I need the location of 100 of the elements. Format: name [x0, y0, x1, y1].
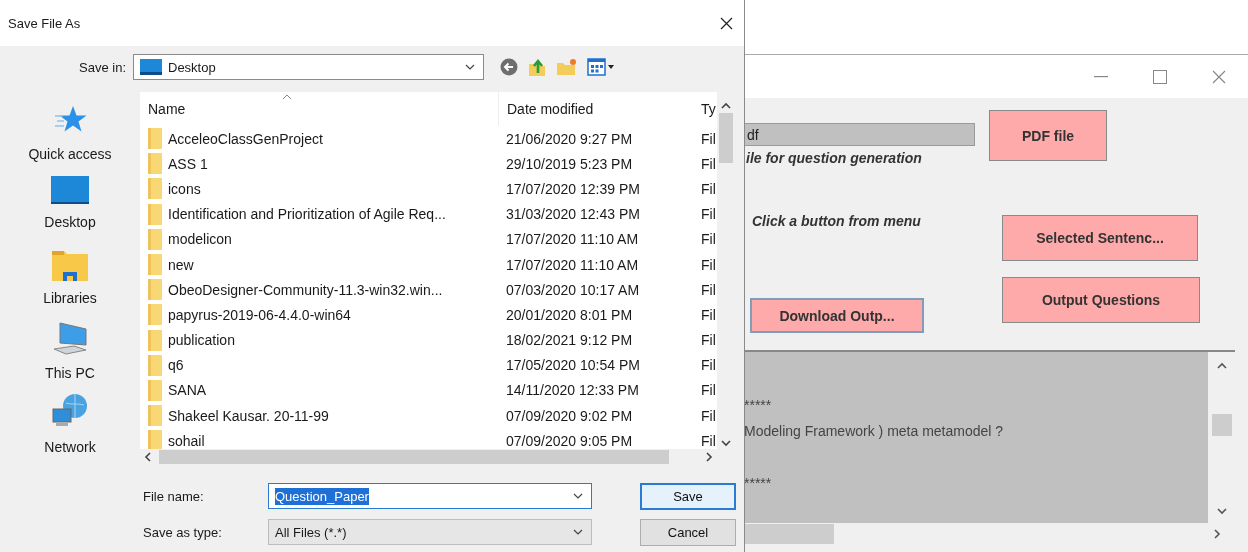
output-questions-button[interactable]: Output Questions [1002, 277, 1200, 323]
save-as-type-dropdown[interactable]: All Files (*.*) [268, 519, 592, 545]
folder-icon [148, 405, 162, 427]
type-cell: Fil [701, 180, 716, 197]
folder-icon [51, 248, 89, 283]
minimize-icon[interactable] [1094, 75, 1108, 78]
output-text-area[interactable]: ***** Modeling Framework ) meta metamodel ? ***** [744, 350, 1235, 545]
scroll-right-icon[interactable] [706, 452, 713, 462]
sort-caret-icon [282, 94, 292, 100]
folder-icon [148, 128, 162, 150]
scrollbar-thumb[interactable] [744, 524, 834, 544]
pdf-file-button[interactable]: PDF file [989, 110, 1107, 161]
output-line: ***** [744, 397, 772, 413]
chevron-down-icon [465, 64, 475, 70]
date-cell: 20/01/2020 8:01 PM [506, 306, 633, 323]
folder-icon [148, 279, 162, 301]
back-icon[interactable] [500, 58, 518, 76]
chevron-down-icon [573, 529, 583, 535]
type-cell: Fil [701, 357, 716, 374]
folder-icon [148, 254, 162, 276]
file-name-cell[interactable]: Identification and Prioritization of Agile Req... [168, 206, 446, 223]
file-name-cell[interactable]: q6 [168, 357, 184, 374]
file-name-cell[interactable]: publication [168, 332, 235, 349]
desktop-icon [140, 59, 162, 75]
up-folder-icon[interactable] [527, 57, 547, 77]
type-cell: Fil [701, 407, 716, 424]
scroll-left-icon[interactable] [144, 452, 151, 462]
download-button[interactable]: Download Outp... [750, 298, 924, 333]
type-cell: Fil [701, 281, 716, 298]
save-button[interactable]: Save [640, 482, 736, 510]
folder-icon [148, 329, 162, 351]
type-cell: Fil [701, 306, 716, 323]
desktop-icon [51, 176, 89, 207]
file-name-cell[interactable]: ObeoDesigner-Community-11.3-win32.win... [168, 281, 443, 298]
file-name-cell[interactable]: icons [168, 180, 201, 197]
file-name-cell[interactable]: AcceleoClassGenProject [168, 130, 323, 147]
hint-text: ile for question generation [745, 150, 923, 166]
folder-icon [148, 228, 162, 250]
date-cell: 17/05/2020 10:54 PM [506, 357, 640, 374]
file-name-cell[interactable]: sohail [168, 432, 205, 449]
file-name-cell[interactable]: modelicon [168, 231, 232, 248]
folder-icon [148, 379, 162, 401]
column-header[interactable]: Ty [701, 92, 717, 126]
status-text: Click a button from menu [751, 213, 922, 229]
folder-icon [148, 354, 162, 376]
date-cell: 17/07/2020 11:10 AM [506, 231, 639, 248]
folder-icon [148, 430, 162, 449]
scroll-right-icon[interactable] [1214, 529, 1221, 539]
file-name-cell[interactable]: Shakeel Kausar. 20-11-99 [168, 407, 329, 424]
place-item[interactable]: Desktop [10, 176, 130, 249]
cancel-button[interactable]: Cancel [640, 518, 736, 546]
date-cell: 07/09/2020 9:05 PM [506, 432, 633, 449]
output-line: Modeling Framework ) meta metamodel ? [744, 423, 1004, 439]
place-item[interactable]: Quick access [10, 104, 130, 177]
date-cell: 07/09/2020 9:02 PM [506, 407, 633, 424]
type-cell: Fil [701, 382, 716, 399]
date-cell: 31/03/2020 12:43 PM [506, 206, 640, 223]
date-cell: 21/06/2020 9:27 PM [506, 130, 633, 147]
type-cell: Fil [701, 332, 716, 349]
path-field[interactable]: df [744, 123, 975, 146]
close-icon[interactable] [720, 16, 733, 30]
file-name-cell[interactable]: SANA [168, 382, 207, 399]
date-cell: 17/07/2020 11:10 AM [506, 256, 639, 273]
file-name-cell[interactable]: new [168, 256, 194, 273]
scroll-up-icon[interactable] [721, 102, 731, 109]
type-cell: Fil [701, 231, 716, 248]
view-menu-icon[interactable] [587, 58, 615, 76]
folder-icon [148, 304, 162, 326]
folder-icon [148, 153, 162, 175]
type-cell: Fil [701, 206, 716, 223]
folder-icon [148, 203, 162, 225]
place-item[interactable]: Libraries [10, 248, 130, 321]
maximize-icon[interactable] [1153, 69, 1167, 84]
date-cell: 17/07/2020 12:39 PM [506, 180, 640, 197]
place-item[interactable]: This PC [10, 320, 130, 393]
save-in-label: Save in: [78, 59, 127, 75]
file-name-cell[interactable]: ASS 1 [168, 155, 208, 172]
place-item[interactable]: Network [10, 392, 130, 465]
date-cell: 14/11/2020 12:33 PM [506, 382, 639, 399]
scrollbar-thumb[interactable] [159, 450, 669, 464]
scroll-up-icon[interactable] [1216, 362, 1227, 369]
name-column-header[interactable]: Name [140, 92, 498, 126]
scrollbar-thumb[interactable] [719, 113, 733, 163]
type-cell: Fil [701, 256, 716, 273]
date-cell: 29/10/2019 5:23 PM [506, 155, 633, 172]
selected-sentences-button[interactable]: Selected Sentenc... [1002, 215, 1198, 261]
save-as-type-label: Save as type: [142, 524, 223, 540]
file-name-label: File name: [142, 488, 205, 504]
save-in-dropdown[interactable]: Desktop [133, 54, 484, 80]
scrollbar-thumb[interactable] [1211, 414, 1232, 436]
chevron-down-icon [573, 493, 583, 499]
window-title: Save File As [8, 15, 81, 31]
type-cell: Fil [701, 155, 716, 172]
scroll-down-icon[interactable] [721, 440, 731, 447]
type-cell: Fil [701, 130, 716, 147]
date-column-header[interactable]: Date modified [498, 92, 701, 126]
file-name-cell[interactable]: papyrus-2019-06-4.4.0-win64 [168, 306, 351, 323]
output-line: ***** [744, 475, 772, 491]
scroll-down-icon[interactable] [1216, 508, 1227, 515]
file-name-field[interactable]: Question_Paper [268, 483, 592, 509]
